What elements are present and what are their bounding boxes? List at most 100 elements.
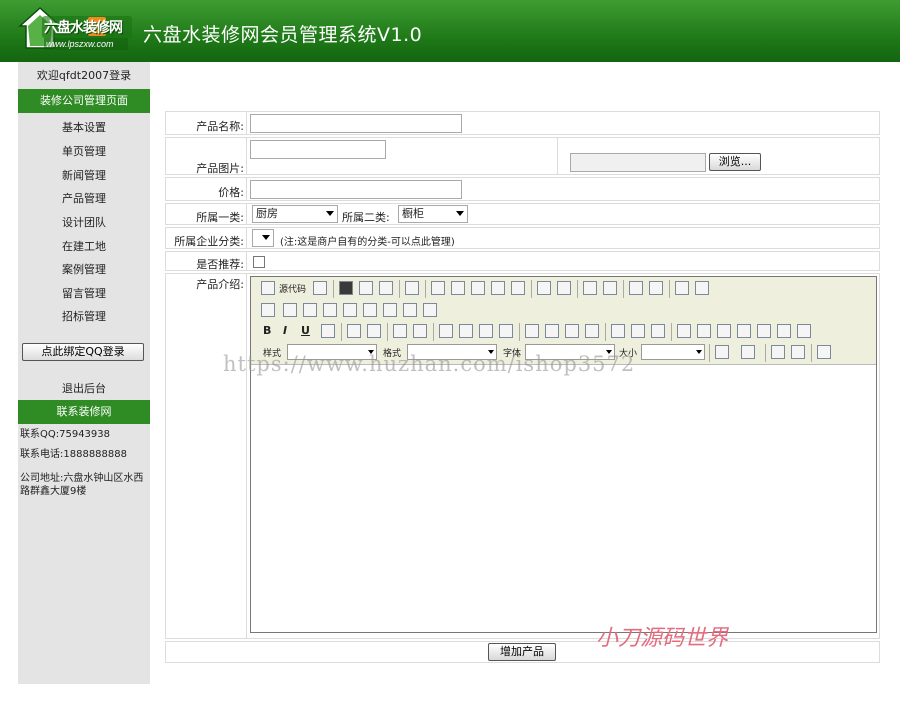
product-name-input[interactable] <box>250 114 462 133</box>
sidebar-item-construction-sites[interactable]: 在建工地 <box>18 238 150 254</box>
toolbar-separator <box>387 323 388 341</box>
contact-phone: 联系电话:1888888888 <box>20 449 127 460</box>
add-product-button[interactable]: 增加产品 <box>488 643 556 661</box>
toolbar-row: B I U <box>257 322 869 342</box>
category2-select[interactable]: 橱柜 <box>398 205 468 223</box>
intro-label: 产品介绍: <box>196 278 244 291</box>
page-title: 六盘水装修网会员管理系统V1.0 <box>143 24 423 46</box>
logo-text: 六盘水装修网 <box>44 20 123 36</box>
editor-content-area[interactable] <box>251 366 876 632</box>
remove-format-icon[interactable] <box>695 281 709 295</box>
save-icon[interactable] <box>339 281 353 295</box>
select-all-icon[interactable] <box>675 281 689 295</box>
flash-icon[interactable] <box>697 324 711 338</box>
undo-icon[interactable] <box>583 281 597 295</box>
align-justify-icon[interactable] <box>585 324 599 338</box>
italic-icon[interactable]: I <box>283 324 287 337</box>
source-button-label[interactable]: 源代码 <box>279 282 306 295</box>
product-name-row: 产品名称: <box>165 111 880 135</box>
paste-text-icon[interactable] <box>491 281 505 295</box>
blockquote-icon[interactable] <box>479 324 493 338</box>
bind-qq-button[interactable]: 点此绑定QQ登录 <box>22 343 144 361</box>
superscript-icon[interactable] <box>367 324 381 338</box>
help-icon[interactable] <box>817 345 831 359</box>
strikethrough-icon[interactable] <box>321 324 335 338</box>
smiley-icon[interactable] <box>757 324 771 338</box>
align-center-icon[interactable] <box>545 324 559 338</box>
form-icon[interactable] <box>261 303 275 317</box>
table-icon[interactable] <box>717 324 731 338</box>
paste-word-icon[interactable] <box>511 281 525 295</box>
site-logo[interactable]: 六盘水装修网 www.lpszxw.com <box>18 4 134 54</box>
find-icon[interactable] <box>629 281 643 295</box>
horizontal-rule-icon[interactable] <box>737 324 751 338</box>
select-field-icon[interactable] <box>363 303 377 317</box>
new-page-icon[interactable] <box>359 281 373 295</box>
div-container-icon[interactable] <box>499 324 513 338</box>
preview-icon[interactable] <box>379 281 393 295</box>
align-right-icon[interactable] <box>565 324 579 338</box>
spellcheck-icon[interactable] <box>557 281 571 295</box>
paste-icon[interactable] <box>471 281 485 295</box>
bulleted-list-icon[interactable] <box>413 324 427 338</box>
sidebar-item-news[interactable]: 新闻管理 <box>18 167 150 183</box>
cut-icon[interactable] <box>431 281 445 295</box>
maximize-icon[interactable] <box>771 345 785 359</box>
text-color-icon[interactable] <box>715 345 729 359</box>
textarea-icon[interactable] <box>343 303 357 317</box>
category1-select[interactable]: 厨房 <box>252 205 338 223</box>
page-break-icon[interactable] <box>797 324 811 338</box>
file-path-field[interactable] <box>570 153 706 172</box>
background-color-icon[interactable] <box>741 345 755 359</box>
anchor-icon[interactable] <box>651 324 665 338</box>
enterprise-category-select[interactable] <box>252 229 274 247</box>
print-icon[interactable] <box>537 281 551 295</box>
sidebar-item-tenders[interactable]: 招标管理 <box>18 308 150 324</box>
special-char-icon[interactable] <box>777 324 791 338</box>
hidden-field-icon[interactable] <box>423 303 437 317</box>
size-select[interactable] <box>641 344 705 360</box>
align-left-icon[interactable] <box>525 324 539 338</box>
toolbar-separator <box>709 344 710 362</box>
redo-icon[interactable] <box>603 281 617 295</box>
checkbox-icon[interactable] <box>283 303 297 317</box>
sidebar-item-products[interactable]: 产品管理 <box>18 190 150 206</box>
sidebar-item-basic-settings[interactable]: 基本设置 <box>18 119 150 135</box>
source-icon[interactable] <box>261 281 275 295</box>
browse-button[interactable]: 浏览... <box>709 153 761 171</box>
bold-icon[interactable]: B <box>263 324 271 337</box>
radio-icon[interactable] <box>303 303 317 317</box>
sidebar-item-cases[interactable]: 案例管理 <box>18 261 150 277</box>
enterprise-category-row: 所属企业分类: (注:这是商户自有的分类-可以点此管理) <box>165 227 880 249</box>
logout-link[interactable]: 退出后台 <box>18 380 150 396</box>
text-field-icon[interactable] <box>323 303 337 317</box>
sidebar-item-single-pages[interactable]: 单页管理 <box>18 143 150 159</box>
sidebar-item-messages[interactable]: 留言管理 <box>18 285 150 301</box>
toolbar-separator <box>623 280 624 298</box>
copy-format-icon[interactable] <box>313 281 327 295</box>
product-image-path-input[interactable] <box>250 140 386 159</box>
numbered-list-icon[interactable] <box>393 324 407 338</box>
category2-value: 橱柜 <box>402 207 424 220</box>
unlink-icon[interactable] <box>631 324 645 338</box>
show-blocks-icon[interactable] <box>791 345 805 359</box>
product-image-label: 产品图片: <box>196 162 244 175</box>
image-button-icon[interactable] <box>403 303 417 317</box>
image-icon[interactable] <box>677 324 691 338</box>
toolbar-row: 源代码 <box>257 279 869 299</box>
price-input[interactable] <box>250 180 462 199</box>
copy-icon[interactable] <box>451 281 465 295</box>
replace-icon[interactable] <box>649 281 663 295</box>
underline-icon[interactable]: U <box>301 324 310 337</box>
indent-icon[interactable] <box>459 324 473 338</box>
subscript-icon[interactable] <box>347 324 361 338</box>
sidebar-item-design-team[interactable]: 设计团队 <box>18 214 150 230</box>
toolbar-separator <box>433 323 434 341</box>
outdent-icon[interactable] <box>439 324 453 338</box>
recommend-checkbox[interactable] <box>253 256 265 268</box>
link-icon[interactable] <box>611 324 625 338</box>
templates-icon[interactable] <box>405 281 419 295</box>
column-divider <box>246 228 247 248</box>
button-field-icon[interactable] <box>383 303 397 317</box>
enterprise-category-note[interactable]: (注:这是商户自有的分类-可以点此管理) <box>280 233 455 248</box>
